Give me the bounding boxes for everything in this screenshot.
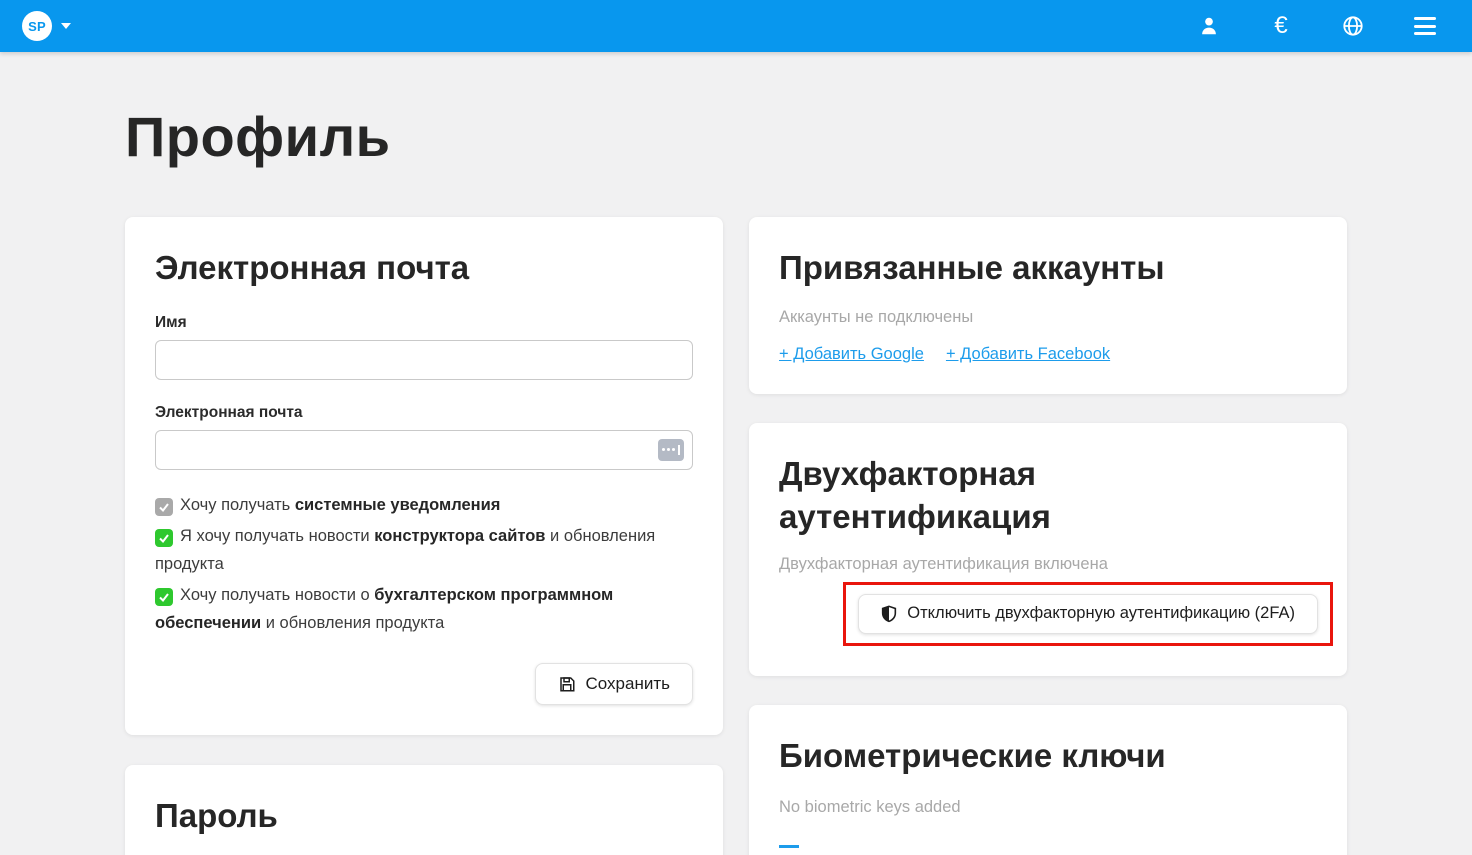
page-title: Профиль — [125, 104, 1347, 169]
biometric-keys-title: Биометрические ключи — [779, 735, 1317, 778]
top-navbar: SP € — [0, 0, 1472, 52]
email-card-title: Электронная почта — [155, 247, 693, 290]
name-input[interactable] — [155, 340, 693, 380]
checkbox-checked-green[interactable] — [155, 529, 173, 547]
checkbox-checked-green[interactable] — [155, 588, 173, 606]
checkbox-checked-gray[interactable] — [155, 498, 173, 516]
twofa-card: Двухфакторная аутентификация Двухфакторн… — [749, 423, 1347, 676]
email-card: Электронная почта Имя Электронная почта … — [125, 217, 723, 735]
password-card: Пароль — [125, 765, 723, 855]
add-facebook-link[interactable]: + Добавить Facebook — [946, 345, 1110, 364]
checkbox-row-system-notifications: Хочу получать системные уведомления — [155, 492, 693, 520]
chevron-down-icon — [61, 23, 71, 29]
avatar[interactable]: SP — [22, 11, 52, 41]
highlight-annotation: Отключить двухфакторную аутентификацию (… — [843, 582, 1333, 646]
biometric-keys-status: No biometric keys added — [779, 798, 1317, 817]
checkbox-row-builder-news: Я хочу получать новости конструктора сай… — [155, 523, 693, 578]
add-biometric-link-partial[interactable] — [779, 845, 799, 848]
shield-icon — [881, 605, 897, 623]
globe-icon[interactable] — [1340, 13, 1366, 39]
email-input[interactable] — [155, 430, 693, 470]
menu-icon[interactable] — [1412, 13, 1438, 39]
notification-checkboxes: Хочу получать системные уведомления Я хо… — [155, 492, 693, 638]
user-icon[interactable] — [1196, 13, 1222, 39]
autofill-icon[interactable] — [658, 439, 684, 461]
linked-accounts-title: Привязанные аккаунты — [779, 247, 1317, 290]
biometric-keys-card: Биометрические ключи No biometric keys a… — [749, 705, 1347, 855]
save-button-label: Сохранить — [586, 674, 670, 694]
twofa-status: Двухфакторная аутентификация включена — [779, 555, 1317, 574]
disable-2fa-button[interactable]: Отключить двухфакторную аутентификацию (… — [858, 594, 1318, 634]
add-google-link[interactable]: + Добавить Google — [779, 345, 924, 364]
save-button[interactable]: Сохранить — [535, 663, 693, 705]
linked-accounts-status: Аккаунты не подключены — [779, 308, 1317, 327]
account-menu[interactable]: SP — [22, 11, 71, 41]
profile-page: Профиль Электронная почта Имя Электронна… — [125, 52, 1347, 855]
disable-2fa-button-label: Отключить двухфакторную аутентификацию (… — [907, 604, 1295, 623]
linked-accounts-card: Привязанные аккаунты Аккаунты не подключ… — [749, 217, 1347, 394]
twofa-title: Двухфакторная аутентификация — [779, 453, 1279, 539]
floppy-disk-icon — [558, 675, 576, 693]
name-label: Имя — [155, 314, 693, 332]
email-label: Электронная почта — [155, 404, 693, 422]
password-card-title: Пароль — [155, 795, 693, 838]
euro-icon[interactable]: € — [1268, 13, 1294, 39]
header-icons: € — [1196, 13, 1450, 39]
checkbox-row-accounting-news: Хочу получать новости о бухгалтерском пр… — [155, 582, 693, 637]
